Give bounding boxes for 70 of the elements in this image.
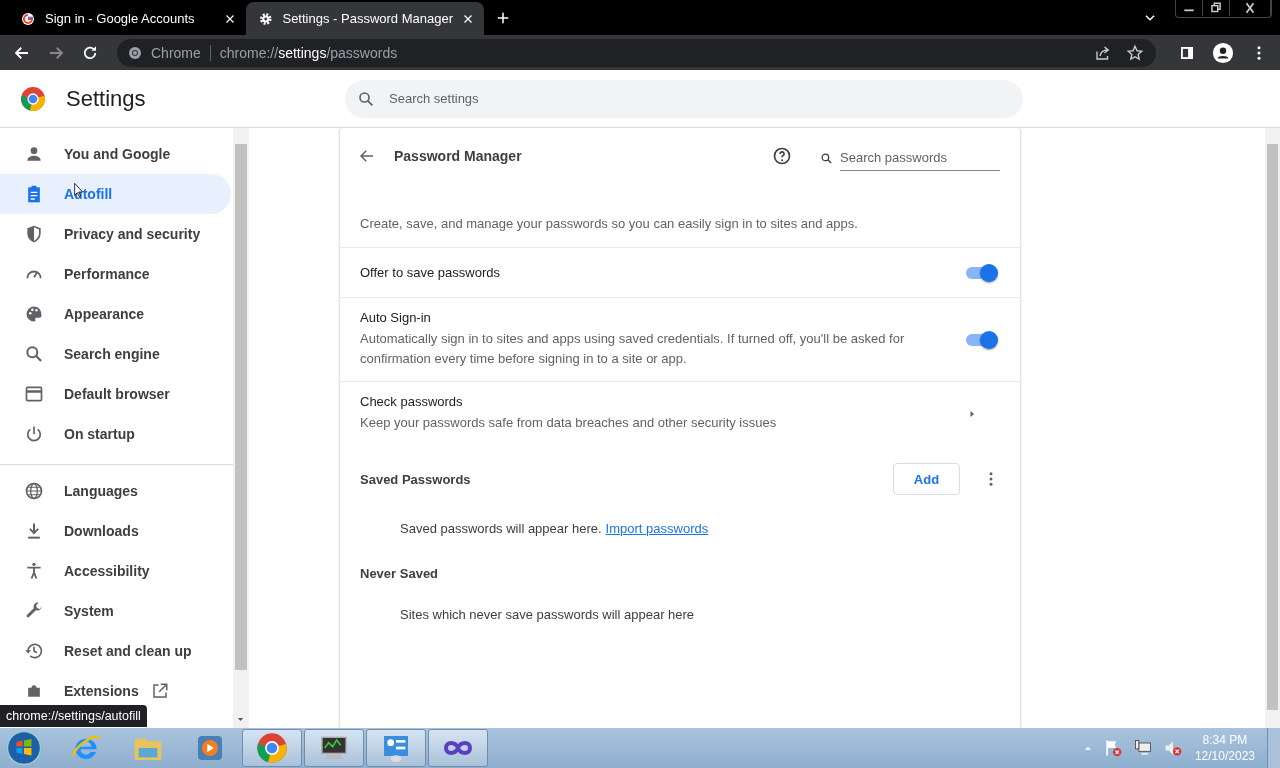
- setting-description: Automatically sign in to sites and apps using saved credentials. If turned off, you'll be asked for confirmation every time before signing in to a site or app.: [360, 330, 906, 368]
- sidebar-item[interactable]: On startup: [0, 414, 231, 454]
- sidebar-item[interactable]: Downloads: [0, 511, 231, 551]
- accessibility-icon: [24, 561, 44, 581]
- person-icon: [24, 144, 44, 164]
- sidebar-item[interactable]: You and Google: [0, 134, 231, 174]
- description-text: Create, save, and manage your passwords so you can easily sign in to sites and apps.: [359, 215, 859, 233]
- close-icon[interactable]: [224, 12, 236, 25]
- sidebar-item[interactable]: Reset and clean up: [0, 631, 231, 671]
- settings-title: Settings: [66, 85, 146, 112]
- browser-tab[interactable]: Settings - Password Manager: [246, 2, 484, 35]
- palette-icon: [24, 304, 44, 324]
- gear-icon: [258, 10, 274, 27]
- clock-time: 8:34 PM: [1202, 732, 1248, 748]
- close-icon[interactable]: [462, 12, 474, 25]
- section-title: Never Saved: [360, 566, 439, 581]
- back-arrow-icon[interactable]: [358, 147, 376, 165]
- toggle-switch[interactable]: [966, 333, 996, 346]
- help-icon[interactable]: [772, 146, 792, 166]
- scrollbar[interactable]: [233, 128, 249, 728]
- sidebar-item[interactable]: Languages: [0, 471, 231, 511]
- sidebar-item[interactable]: Search engine: [0, 334, 231, 374]
- globe-icon: [24, 481, 44, 501]
- sidebar-item[interactable]: Default browser: [0, 374, 231, 414]
- empty-message: Saved passwords will appear here.: [400, 521, 602, 536]
- import-link[interactable]: Import passwords: [605, 521, 709, 536]
- plus-icon[interactable]: [496, 11, 510, 25]
- search-icon: [820, 151, 833, 165]
- taskbar-button[interactable]: [428, 729, 488, 767]
- browser-window-icon: [24, 384, 44, 404]
- chrome-icon: [127, 44, 143, 61]
- sidebar-item[interactable]: Accessibility: [0, 551, 231, 591]
- chrome-icon: [256, 732, 288, 764]
- address-bar[interactable]: Chrome chrome://settings/passwords: [117, 38, 1156, 67]
- sidebar-item[interactable]: Performance: [0, 254, 231, 294]
- status-url-tooltip: chrome://settings/autofill: [0, 705, 147, 727]
- external-link-icon: [150, 682, 169, 700]
- star-icon[interactable]: [1126, 43, 1144, 62]
- add-button[interactable]: Add: [893, 463, 960, 495]
- url-text: chrome://settings/passwords: [219, 44, 398, 61]
- section-title: Saved Passwords: [360, 471, 471, 487]
- setting-title: Auto Sign-in: [360, 310, 432, 325]
- chrome-logo-icon: [20, 85, 46, 112]
- setting-description: Keep your passwords safe from data breaches and other security issues: [360, 414, 778, 432]
- search-field[interactable]: Search passwords: [840, 145, 1000, 171]
- toggle-switch[interactable]: [966, 266, 996, 279]
- setting-title: Offer to save passwords: [360, 265, 501, 280]
- google-icon: [20, 10, 36, 27]
- setting-title: Check passwords: [360, 394, 464, 409]
- scroll-down-icon: [236, 715, 245, 724]
- start-button-icon[interactable]: [6, 730, 42, 766]
- search-icon: [357, 89, 375, 108]
- browser-tab[interactable]: Sign in - Google Accounts: [8, 2, 246, 35]
- sidebar-item[interactable]: System: [0, 591, 231, 631]
- history-icon: [24, 641, 44, 661]
- clock-date: 12/10/2023: [1194, 748, 1255, 764]
- network-icon[interactable]: [1132, 738, 1153, 758]
- sidebar-item[interactable]: Privacy and security: [0, 214, 231, 254]
- shield-icon: [24, 224, 44, 244]
- search-field[interactable]: Search settings: [345, 79, 1023, 118]
- taskbar-button[interactable]: [304, 729, 364, 767]
- power-icon: [24, 424, 44, 444]
- search-icon: [24, 344, 44, 364]
- profile-icon[interactable]: [1212, 41, 1234, 64]
- page-title: Password Manager: [394, 148, 522, 164]
- scrollbar[interactable]: [1265, 128, 1280, 728]
- sidebar-item[interactable]: Autofill: [0, 174, 231, 214]
- site-label: Chrome: [151, 44, 201, 61]
- empty-message: Sites which never save passwords will appear here: [400, 607, 695, 622]
- sidebar-item[interactable]: Appearance: [0, 294, 231, 334]
